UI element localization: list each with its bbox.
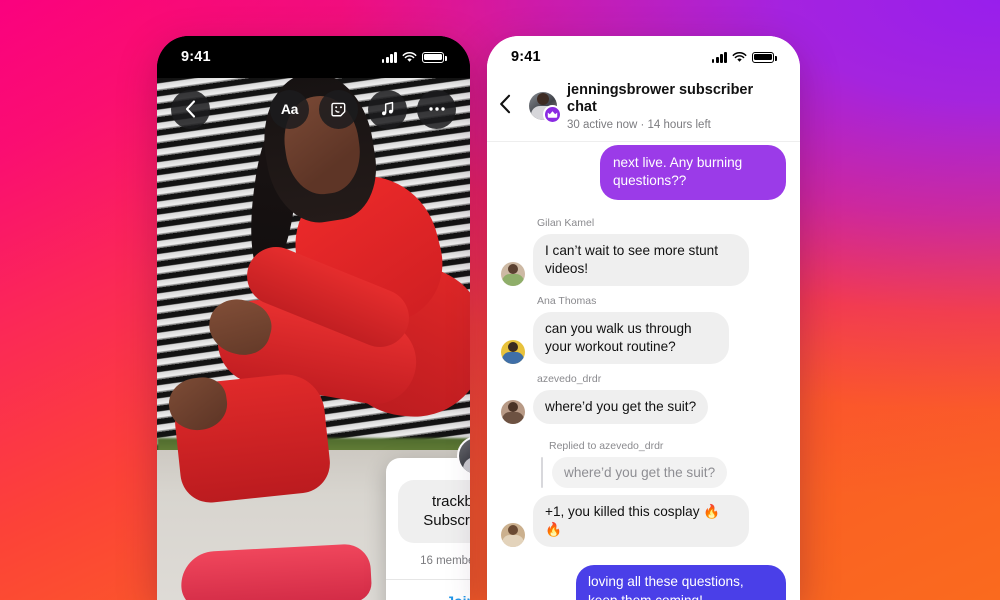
text-tool-button[interactable]: Aa [270, 89, 309, 129]
text-tool-label: Aa [280, 101, 299, 117]
message-bubble[interactable]: loving all these questions, keep them co… [576, 565, 786, 600]
message-row-incoming: +1, you killed this cosplay 🔥🔥 [501, 495, 786, 548]
wifi-icon [732, 51, 747, 62]
chat-header: jenningsbrower subscriber chat 30 active… [487, 78, 800, 142]
chat-subtitle: 30 active now · 14 hours left [567, 118, 711, 131]
subscriber-chat-title-line1: trackbaby001 [431, 493, 470, 510]
back-chevron-icon [500, 94, 511, 114]
right-phone-mockup: 9:41 jenningsbrower subscriber chat 30 a… [487, 36, 800, 600]
message-row-incoming: can you walk us through your workout rou… [501, 312, 786, 365]
chat-back-button[interactable] [499, 94, 519, 119]
left-status-bar: 9:41 [157, 36, 470, 78]
story-tool-group: Aa [270, 89, 456, 129]
message-bubble[interactable]: can you walk us through your workout rou… [533, 312, 729, 365]
chat-crown-badge [543, 105, 562, 125]
message-bubble[interactable]: where’d you get the suit? [533, 390, 709, 425]
message-sender-name: Gilan Kamel [537, 216, 595, 229]
subscriber-chat-card[interactable]: trackbaby001 Subscriber Chat 16 members … [386, 458, 470, 600]
back-chevron-icon [185, 100, 196, 118]
battery-icon [422, 51, 447, 63]
avatar[interactable] [501, 523, 525, 548]
avatar[interactable] [501, 262, 525, 287]
left-phone-mockup: 9:41 Aa trackb Subscr 16 memb [157, 36, 470, 600]
sticker-tool-button[interactable] [319, 89, 358, 129]
music-tool-button[interactable] [368, 89, 407, 129]
cellular-signal-icon [711, 51, 727, 63]
crown-icon [547, 111, 558, 119]
reply-block: Replied to azevedo_drdr where’d you get … [501, 440, 786, 548]
cellular-signal-icon [381, 51, 397, 63]
message-row-incoming: where’d you get the suit? [501, 390, 786, 425]
chat-avatar[interactable] [529, 92, 562, 125]
avatar[interactable] [501, 400, 525, 425]
wifi-icon [402, 51, 417, 62]
story-back-button[interactable] [171, 89, 210, 129]
reply-quote[interactable]: where’d you get the suit? [541, 457, 786, 489]
music-icon [381, 101, 393, 116]
outgoing-message-wrapper: loving all these questions, keep them co… [576, 565, 786, 600]
subscriber-chat-bubble: trackbaby001 Subscriber Chat [398, 480, 470, 544]
avatar[interactable] [501, 340, 525, 365]
reply-label: Replied to azevedo_drdr [549, 440, 664, 453]
more-options-button[interactable] [417, 89, 456, 129]
join-chat-button[interactable]: Join chat [386, 580, 470, 600]
ellipsis-icon [428, 107, 445, 111]
chat-header-text: jenningsbrower subscriber chat 30 active… [567, 82, 786, 131]
right-status-time: 9:41 [511, 49, 541, 65]
message-row-outgoing-purple: next live. Any burning questions?? [501, 144, 786, 208]
subscriber-chat-title-line2: Subscriber Chat [423, 512, 470, 530]
message-sender-name: Ana Thomas [537, 295, 597, 308]
story-toolbar: Aa [157, 78, 470, 140]
message-list[interactable]: next live. Any burning questions?? Gilan… [487, 142, 800, 600]
left-status-indicators [381, 51, 447, 63]
message-bubble[interactable]: next live. Any burning questions?? [600, 144, 786, 200]
sticker-icon [331, 102, 346, 116]
message-bubble[interactable]: I can’t wait to see more stunt videos! [533, 233, 749, 287]
message-bubble[interactable]: +1, you killed this cosplay 🔥🔥 [533, 495, 749, 548]
reply-quoted-text: where’d you get the suit? [552, 457, 728, 489]
left-status-time: 9:41 [181, 49, 211, 65]
message-row-outgoing-blue: loving all these questions, keep them co… [501, 565, 786, 600]
message-sender-name: azevedo_drdr [537, 373, 602, 386]
right-status-bar: 9:41 [487, 36, 800, 78]
battery-icon [752, 51, 777, 63]
right-status-indicators [711, 51, 777, 63]
chat-title: jenningsbrower subscriber chat [567, 82, 754, 116]
message-row-incoming: I can’t wait to see more stunt videos! [501, 233, 786, 287]
reply-bar [541, 457, 543, 489]
subscriber-chat-meta: 16 members · 9 active [420, 555, 470, 568]
